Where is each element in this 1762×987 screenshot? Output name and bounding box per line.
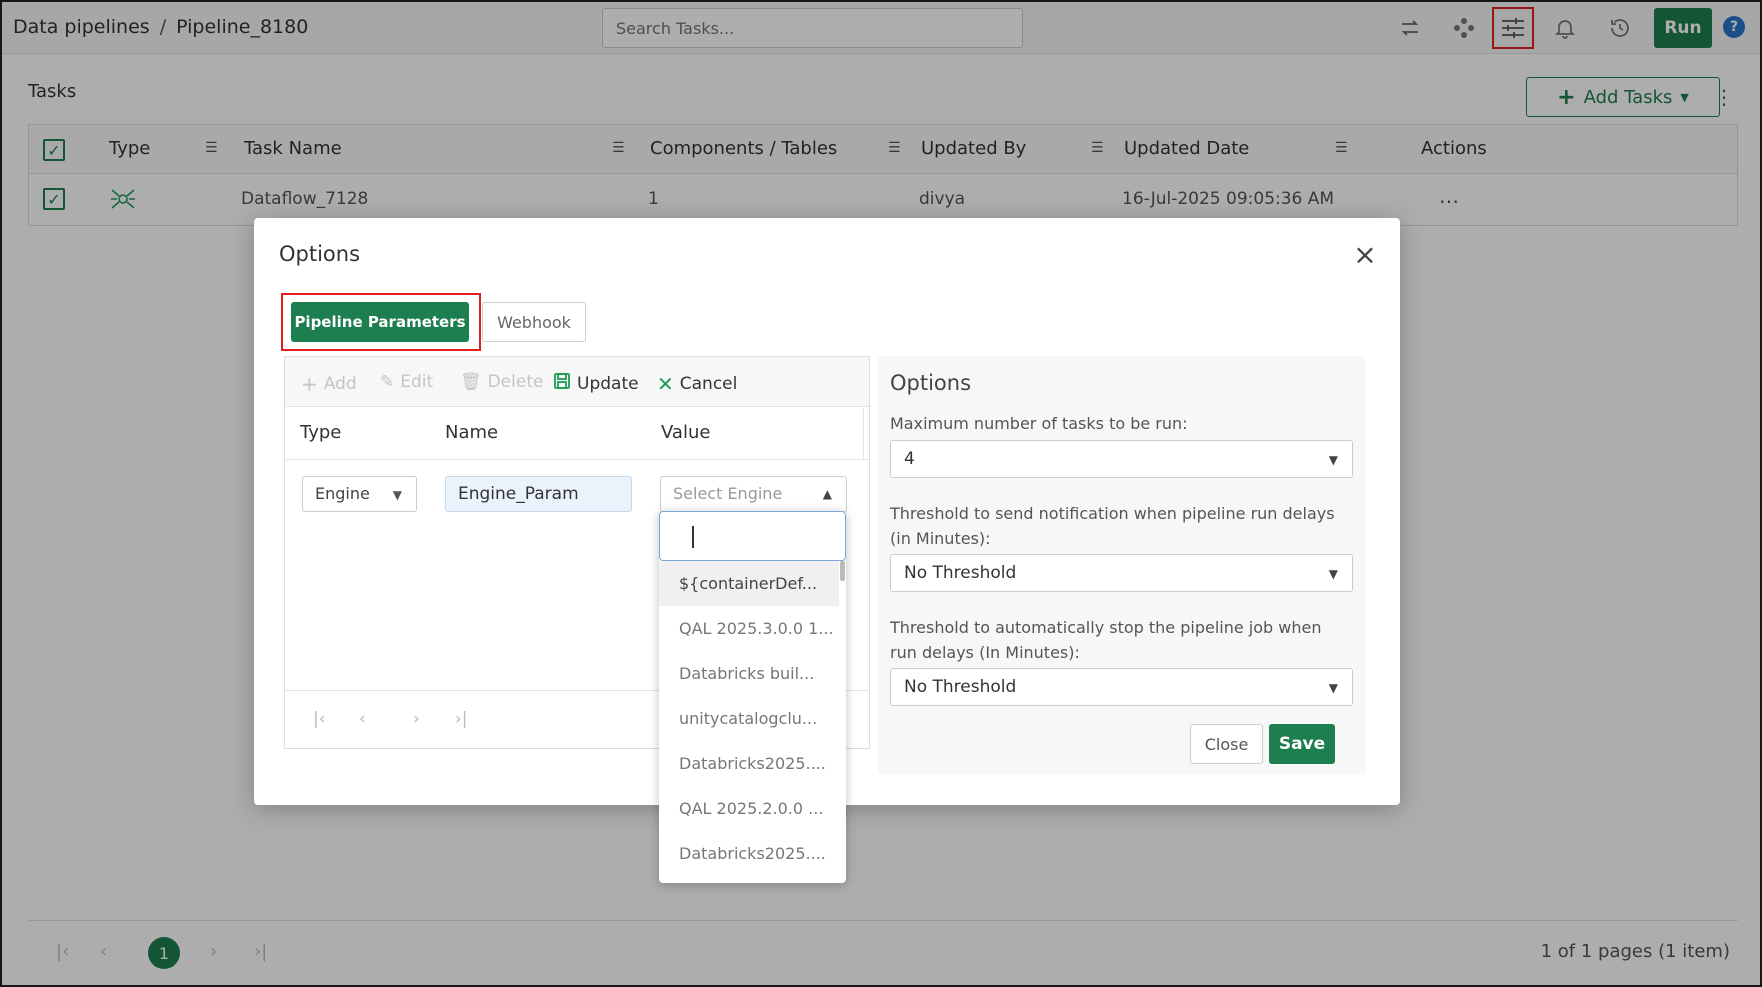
max-tasks-select[interactable]: 4 ▼ [890, 440, 1353, 478]
engine-select-placeholder: Select Engine [673, 484, 783, 503]
close-icon[interactable]: × [1350, 240, 1380, 270]
caret-up-icon: ▲ [822, 487, 832, 501]
param-type-select[interactable]: Engine ▼ [302, 476, 417, 512]
list-item[interactable]: Databricks buil... [659, 651, 839, 696]
parameters-toolbar: + Add ✎ Edit 🗑 Delete Update ✕ Cancel [285, 357, 869, 407]
stop-threshold-select[interactable]: No Threshold ▼ [890, 668, 1353, 706]
parameters-header: Type Name Value [285, 408, 869, 460]
delete-label: Delete [487, 372, 544, 392]
add-label: Add [323, 374, 357, 394]
delete-button[interactable]: 🗑 Delete [460, 372, 543, 392]
update-label: Update [577, 373, 639, 394]
engine-dropdown-list: ${containerDef... QAL 2025.3.0.0 1... Da… [659, 511, 846, 883]
notify-threshold-label: Threshold to send notification when pipe… [890, 504, 1335, 548]
trash-icon: 🗑 [460, 372, 482, 392]
dropdown-scrollbar[interactable] [840, 561, 845, 581]
engine-select[interactable]: Select Engine ▲ [660, 476, 847, 512]
dialog-title: Options [279, 242, 361, 266]
caret-down-icon: ▼ [1328, 681, 1338, 695]
prev-page-icon[interactable]: ‹ [359, 709, 366, 729]
max-tasks-value: 4 [904, 449, 915, 469]
tab-webhook[interactable]: Webhook [482, 302, 586, 342]
text-cursor [692, 526, 694, 548]
stop-threshold-value: No Threshold [904, 677, 1017, 697]
param-name-input[interactable] [445, 476, 632, 512]
add-button[interactable]: + Add [301, 372, 357, 396]
list-item[interactable]: QAL 2025.3.0.0 1... [659, 606, 839, 651]
save-button[interactable]: Save [1269, 724, 1335, 764]
close-button[interactable]: Close [1190, 724, 1263, 764]
max-tasks-label: Maximum number of tasks to be run: [890, 414, 1188, 433]
notify-threshold-select[interactable]: No Threshold ▼ [890, 554, 1353, 592]
tab-pipeline-parameters[interactable]: Pipeline Parameters [291, 302, 469, 342]
notify-threshold-value: No Threshold [904, 563, 1017, 583]
options-panel-title: Options [890, 371, 972, 395]
next-page-icon[interactable]: › [413, 709, 420, 729]
stop-threshold-label: Threshold to automatically stop the pipe… [890, 618, 1322, 662]
save-disk-icon [553, 372, 571, 395]
first-page-icon[interactable]: |‹ [313, 709, 326, 729]
header-divider [863, 408, 864, 460]
col-param-name: Name [445, 422, 499, 443]
pencil-icon: ✎ [380, 372, 395, 392]
list-item[interactable]: Databricks2025.... [659, 741, 839, 786]
last-page-icon[interactable]: ›| [455, 709, 468, 729]
caret-down-icon: ▼ [1328, 567, 1338, 581]
col-param-type: Type [300, 422, 342, 443]
caret-down-icon: ▼ [392, 488, 402, 502]
dropdown-search-input[interactable] [659, 511, 846, 561]
update-button[interactable]: Update [553, 372, 639, 395]
list-item[interactable]: QAL 2025.2.0.0 ... [659, 786, 839, 831]
param-type-value: Engine [315, 484, 370, 503]
edit-label: Edit [400, 372, 434, 392]
plus-icon: + [301, 372, 318, 396]
cancel-label: Cancel [679, 374, 738, 394]
list-item[interactable]: ${containerDef... [659, 561, 839, 606]
col-param-value: Value [661, 422, 711, 443]
edit-button[interactable]: ✎ Edit [380, 372, 433, 392]
list-item[interactable]: unitycatalogclu... [659, 696, 839, 741]
x-icon: ✕ [657, 372, 674, 396]
list-item[interactable]: Databricks2025.... [659, 831, 839, 876]
caret-down-icon: ▼ [1328, 453, 1338, 467]
options-panel: Options Maximum number of tasks to be ru… [878, 356, 1366, 774]
cancel-button[interactable]: ✕ Cancel [657, 372, 737, 396]
